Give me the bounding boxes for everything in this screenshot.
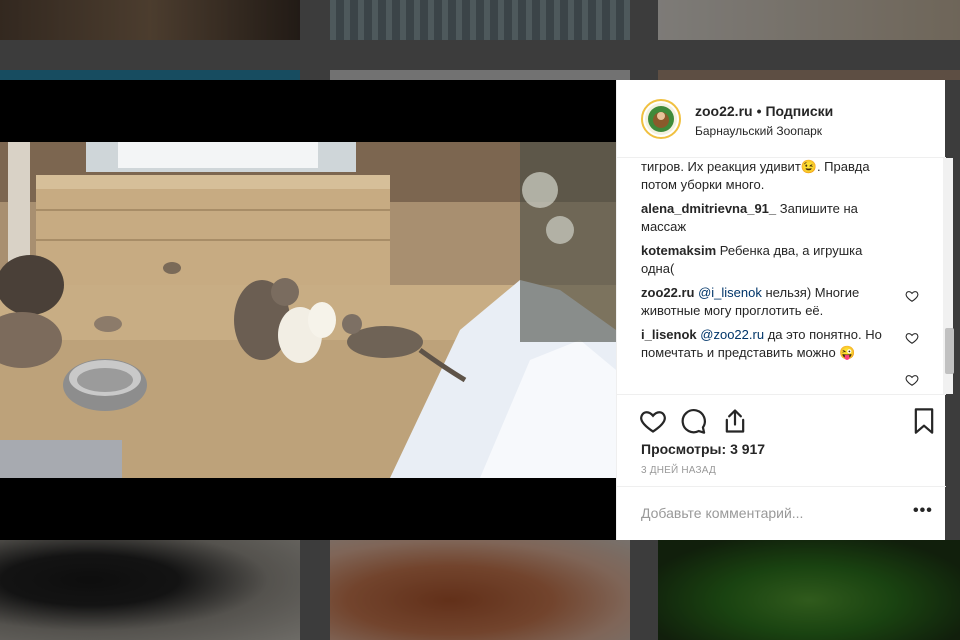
comment-text: тигров. Их реакция удивит😉. Правда потом… [641, 159, 870, 192]
comment-username[interactable]: zoo22.ru [641, 285, 694, 300]
comment-item: kotemaksim Ребенка два, а игрушка одна( [641, 242, 899, 278]
comment-icon[interactable] [679, 407, 707, 435]
comment-item: i_lisenok @zoo22.ru да это понятно. Но п… [641, 326, 899, 362]
heart-icon[interactable] [905, 289, 919, 303]
heart-icon[interactable] [905, 331, 919, 345]
comment-item: alena_dmitrievna_91_ Запишите на массаж [641, 200, 899, 236]
video-player[interactable] [0, 80, 616, 540]
comment-input[interactable]: Добавьте комментарий... [641, 505, 803, 521]
share-icon[interactable] [721, 407, 749, 435]
view-count[interactable]: Просмотры: 3 917 [641, 441, 765, 457]
location-link[interactable]: Барнаульский Зоопарк [695, 124, 822, 138]
comment-item: zoo22.ru @i_lisenok нельзя) Многие живот… [641, 284, 899, 320]
heart-icon[interactable] [905, 373, 919, 387]
more-options-button[interactable]: ••• [913, 502, 933, 520]
comment-username[interactable]: alena_dmitrievna_91_ [641, 201, 776, 216]
comment-item: тигров. Их реакция удивит😉. Правда потом… [641, 158, 899, 194]
post-timestamp[interactable]: 3 ДНЕЙ НАЗАД [641, 465, 716, 476]
views-label: Просмотры: [641, 441, 727, 457]
scrollbar-thumb[interactable] [945, 328, 954, 374]
mention-link[interactable]: @zoo22.ru [700, 327, 764, 342]
comment-list[interactable]: тигров. Их реакция удивит😉. Правда потом… [617, 158, 946, 394]
separator: • [756, 103, 762, 119]
views-number: 3 917 [730, 441, 766, 457]
follow-status-button[interactable]: Подписки [765, 103, 833, 119]
mention-link[interactable]: @i_lisenok [698, 285, 762, 300]
username-link[interactable]: zoo22.ru [695, 103, 753, 119]
video-frame [0, 80, 616, 540]
zoo-logo-icon [645, 103, 677, 135]
comment-username[interactable]: i_lisenok [641, 327, 697, 342]
comment-username[interactable]: kotemaksim [641, 243, 716, 258]
post-details-panel: zoo22.ru • Подписки Барнаульский Зоопарк т… [616, 80, 954, 540]
post-modal: zoo22.ru • Подписки Барнаульский Зоопарк т… [0, 80, 954, 540]
post-author: zoo22.ru • Подписки [695, 103, 833, 119]
bookmark-icon[interactable] [910, 407, 938, 435]
comment-composer: Добавьте комментарий... ••• [617, 486, 946, 540]
avatar[interactable] [641, 99, 681, 139]
heart-icon[interactable] [639, 407, 667, 435]
post-header: zoo22.ru • Подписки Барнаульский Зоопарк [617, 80, 946, 158]
